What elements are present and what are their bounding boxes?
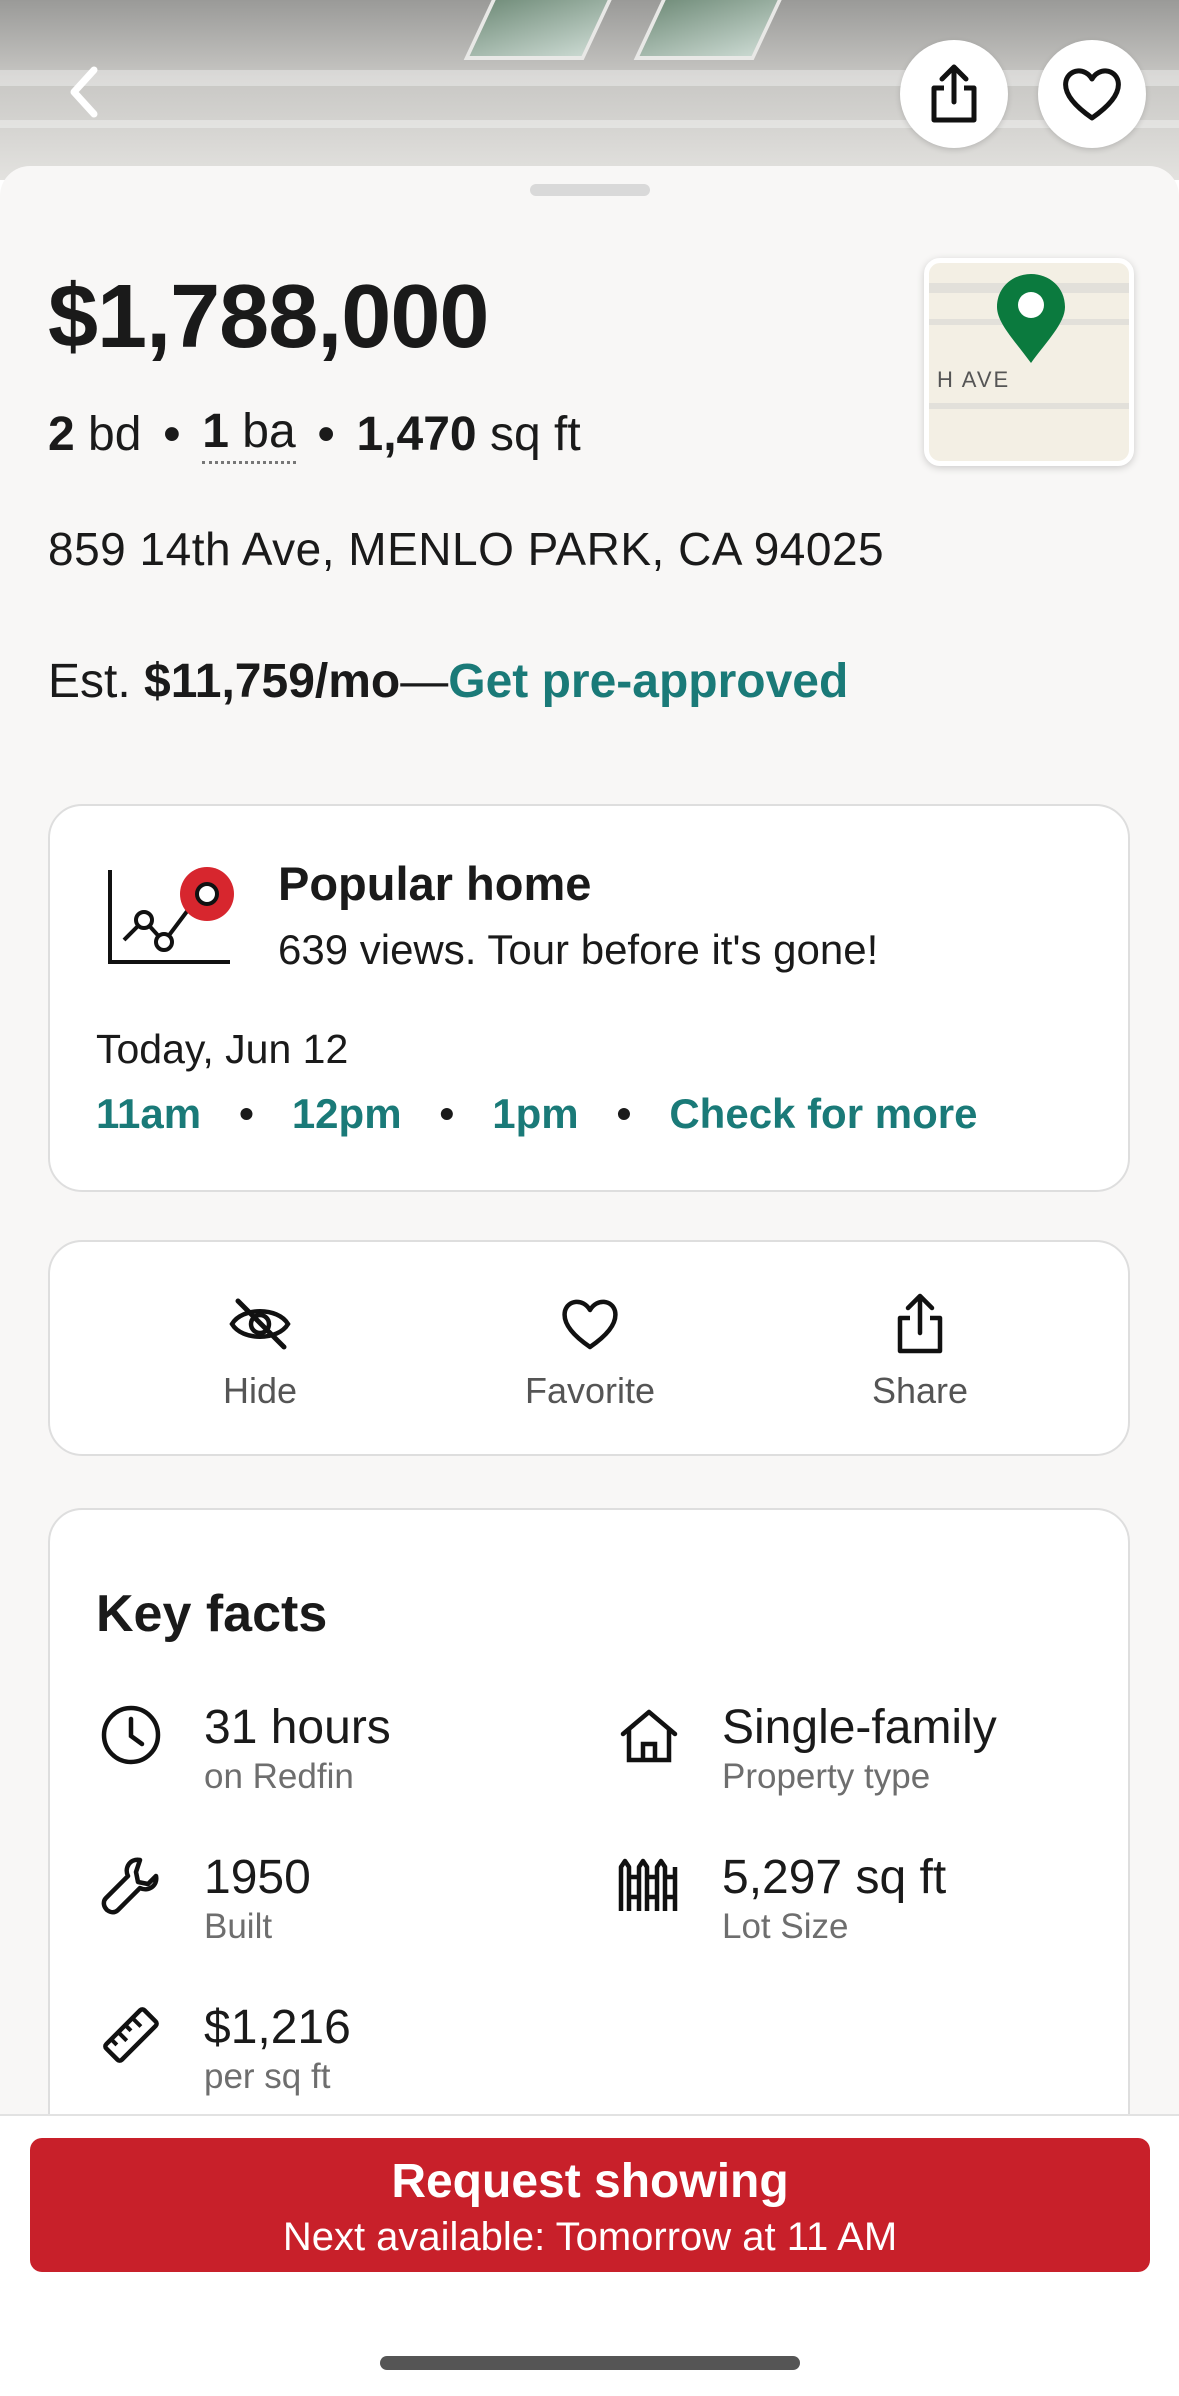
map-thumbnail[interactable]: H AVE xyxy=(924,258,1134,466)
photo-ceiling-beam xyxy=(0,120,1179,128)
favorite-action-button[interactable]: Favorite xyxy=(490,1292,690,1412)
ruler-icon xyxy=(103,2007,159,2063)
tour-date: Today, Jun 12 xyxy=(96,1026,349,1072)
baths-value: 1 xyxy=(202,405,229,458)
estimate-dash: — xyxy=(400,655,449,708)
listing-price: $1,788,000 xyxy=(48,267,489,367)
eye-off-icon xyxy=(229,1298,291,1350)
house-icon xyxy=(620,1709,678,1763)
favorite-label: Favorite xyxy=(524,1370,656,1411)
hide-label: Hide xyxy=(222,1370,298,1411)
fact-label: on Redfin xyxy=(204,1757,354,1796)
sheet-grabber[interactable] xyxy=(530,184,650,196)
separator-dot: • xyxy=(616,1090,632,1137)
request-showing-title: Request showing xyxy=(391,2155,789,2208)
photo-skylight xyxy=(463,0,617,60)
fact-price-per-sqft: $1,216 per sq ft xyxy=(96,2000,351,2097)
fact-property-type: Single-family Property type xyxy=(614,1700,997,1797)
favorite-button[interactable] xyxy=(1038,40,1146,148)
heart-icon xyxy=(562,1299,618,1350)
trending-chart-icon xyxy=(108,867,234,964)
request-showing-button[interactable]: Request showing Next available: Tomorrow… xyxy=(30,2138,1150,2272)
fact-value: Single-family xyxy=(722,1701,997,1754)
share-icon xyxy=(931,64,977,123)
listing-specs: 2 bd • 1 ba • 1,470 sq ft xyxy=(48,404,581,464)
heart-icon xyxy=(1063,68,1121,121)
fact-label: Built xyxy=(204,1907,273,1946)
popular-home-subtitle: 639 views. Tour before it's gone! xyxy=(278,926,879,973)
fence-icon xyxy=(618,1858,678,1911)
fact-value: $1,216 xyxy=(204,2001,351,2054)
baths-unit: ba xyxy=(242,405,296,458)
listing-details-sheet[interactable]: $1,788,000 2 bd • 1 ba • 1,470 sq ft H A… xyxy=(0,166,1179,2396)
share-action-button[interactable]: Share xyxy=(820,1292,1020,1412)
fact-label: per sq ft xyxy=(204,2057,331,2096)
next-available-text: Next available: Tomorrow at 11 AM xyxy=(282,2215,898,2259)
tour-time-slots: 11am • 12pm • 1pm • Check for more xyxy=(96,1090,977,1138)
popular-home-card: Popular home 639 views. Tour before it's… xyxy=(48,804,1130,1192)
key-facts-title: Key facts xyxy=(96,1585,328,1643)
map-road-label: H AVE xyxy=(937,367,1011,392)
check-for-more-link[interactable]: Check for more xyxy=(669,1090,977,1138)
share-icon xyxy=(897,1293,943,1354)
fact-value: 1950 xyxy=(204,1851,311,1904)
photo-skylight xyxy=(633,0,787,60)
share-label: Share xyxy=(871,1370,969,1411)
clock-icon xyxy=(101,1705,161,1765)
wrench-icon xyxy=(101,1857,159,1915)
separator-dot: • xyxy=(439,1090,455,1137)
tour-slot-1pm[interactable]: 1pm xyxy=(492,1090,578,1138)
fact-lot-size: 5,297 sq ft Lot Size xyxy=(614,1850,946,1947)
fact-label: Lot Size xyxy=(722,1907,849,1946)
monthly-estimate: Est. $11,759/mo—Get pre-approved xyxy=(48,654,848,709)
listing-photo[interactable] xyxy=(0,0,1179,180)
chevron-left-icon xyxy=(70,66,98,118)
estimate-prefix: Est. xyxy=(48,655,131,708)
sqft-unit: sq ft xyxy=(489,407,581,461)
popular-home-title: Popular home xyxy=(278,857,592,910)
beds-unit: bd xyxy=(88,407,142,461)
listing-address: 859 14th Ave, MENLO PARK, CA 94025 xyxy=(48,523,885,575)
separator-dot: • xyxy=(317,407,335,461)
bottom-action-bar: Request showing Next available: Tomorrow… xyxy=(0,2114,1179,2396)
fact-label: Property type xyxy=(722,1757,931,1796)
hide-button[interactable]: Hide xyxy=(160,1292,360,1412)
map-road xyxy=(929,403,1129,409)
location-pin-icon xyxy=(997,274,1065,363)
fact-value: 5,297 sq ft xyxy=(722,1851,947,1904)
fact-value: 31 hours xyxy=(204,1701,391,1754)
baths-info[interactable]: 1 ba xyxy=(202,404,296,464)
separator-dot: • xyxy=(239,1090,254,1137)
fact-time-on-redfin: 31 hours on Redfin xyxy=(96,1700,391,1797)
sqft-value: 1,470 xyxy=(356,407,477,461)
fact-year-built: 1950 Built xyxy=(96,1850,311,1947)
tour-slot-11am[interactable]: 11am xyxy=(96,1090,201,1138)
home-indicator[interactable] xyxy=(380,2356,800,2370)
tour-slot-12pm[interactable]: 12pm xyxy=(292,1090,402,1138)
separator-dot: • xyxy=(163,407,181,461)
back-button[interactable] xyxy=(58,62,108,122)
beds-value: 2 xyxy=(48,407,75,461)
share-button[interactable] xyxy=(900,40,1008,148)
get-preapproved-link[interactable]: Get pre-approved xyxy=(448,655,848,708)
actions-card: Hide Favorite Share xyxy=(48,1240,1130,1456)
estimate-value: $11,759/mo xyxy=(144,655,401,708)
